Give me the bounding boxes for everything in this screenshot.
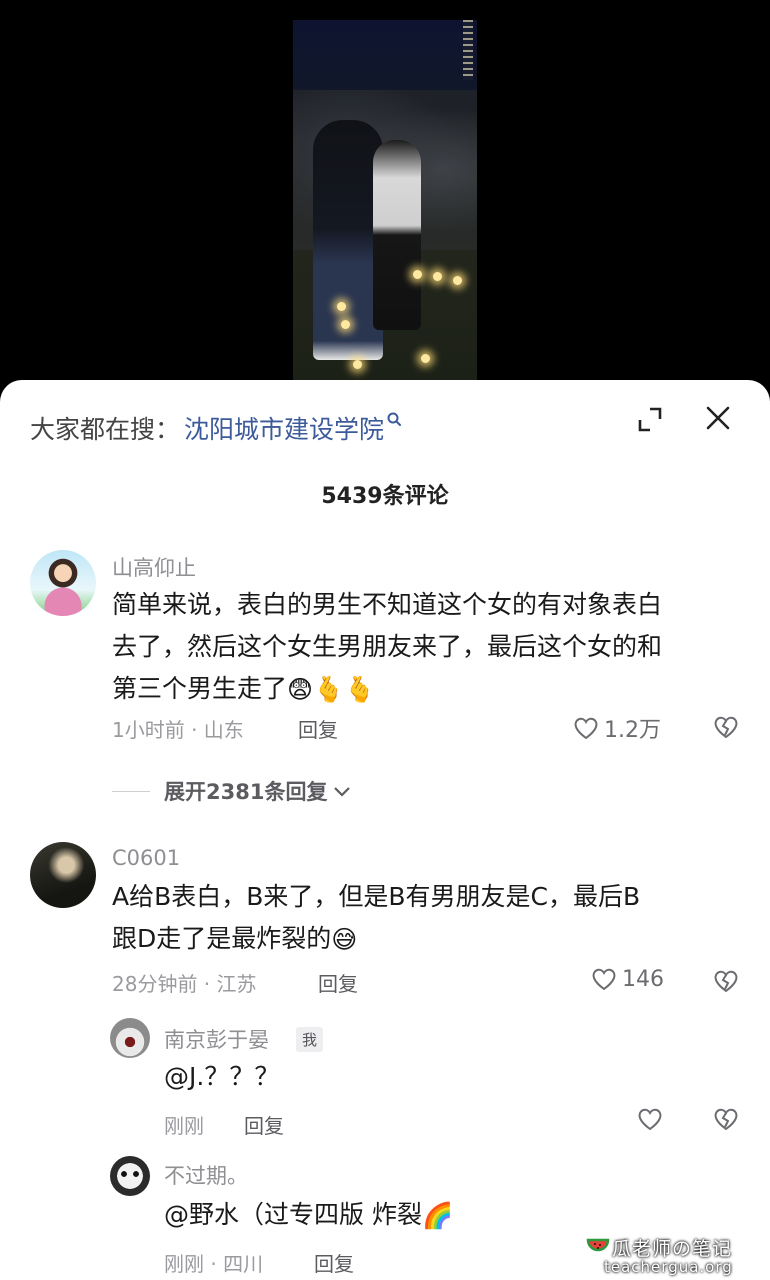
grinning-sweat-emoji: 😅: [331, 925, 358, 954]
comment-text-segment: 第三个男生走了: [112, 674, 288, 703]
candle-light: [341, 320, 350, 329]
avatar[interactable]: [30, 842, 96, 908]
comment-text-line: 简单来说，表白的男生不知道这个女的有对象表白: [112, 590, 663, 619]
reply-button[interactable]: 回复: [244, 1110, 284, 1139]
comment-text: 简单来说，表白的男生不知道这个女的有对象表白 去了，然后这个女生男朋友来了，最后…: [112, 584, 662, 711]
comment-time-location: 1小时前 · 山东: [112, 718, 244, 742]
comment-username[interactable]: C0601: [112, 846, 180, 870]
reply-time: 刚刚: [164, 1114, 204, 1138]
like-button[interactable]: 146: [590, 966, 664, 992]
watermark-url: teachergua.org: [604, 1258, 733, 1276]
reply-time-location: 刚刚 · 四川: [164, 1252, 264, 1276]
broken-heart-icon[interactable]: [712, 1106, 740, 1132]
comment-time-location: 28分钟前 · 江苏: [112, 972, 257, 996]
comment-text: A给B表白，B来了，但是B有男朋友是C，最后B 跟D走了是最炸裂的😅: [112, 876, 640, 961]
expand-replies-button[interactable]: 展开2381条回复: [112, 776, 353, 806]
search-suggestion[interactable]: 大家都在搜： 沈阳城市建设学院: [30, 408, 404, 448]
reply-username[interactable]: 不过期。: [164, 1160, 248, 1190]
fearful-face-emoji: 😨: [287, 675, 314, 704]
avatar[interactable]: [110, 1156, 150, 1196]
chevron-down-icon: [334, 787, 351, 797]
reply-username[interactable]: 南京彭于晏: [164, 1024, 269, 1054]
comment-text-line: 跟D走了是最炸裂的😅: [112, 918, 640, 961]
watermelon-icon: [586, 1238, 610, 1252]
broken-heart-icon[interactable]: [712, 968, 740, 994]
rainbow-emoji: 🌈: [421, 1201, 454, 1230]
divider: [112, 790, 150, 792]
candle-light: [337, 302, 346, 311]
video-frame[interactable]: [293, 20, 477, 382]
building-lights: [463, 20, 473, 80]
heart-icon: [574, 717, 598, 740]
watermark: 瓜老师の笔记 teachergua.org: [584, 1234, 766, 1278]
reply-text-segment: @野水（过专四版 炸裂: [164, 1200, 422, 1229]
heart-icon: [592, 968, 616, 991]
search-icon[interactable]: [386, 411, 404, 429]
reply-button[interactable]: 回复: [314, 1248, 354, 1277]
like-count: 1.2万: [604, 718, 661, 743]
search-term-link[interactable]: 沈阳城市建设学院: [184, 410, 384, 446]
reply-button[interactable]: 回复: [298, 714, 338, 743]
like-count: 146: [622, 966, 664, 992]
avatar[interactable]: [30, 550, 96, 616]
finger-heart-emoji: 🫰: [344, 675, 376, 704]
video-player-area[interactable]: [0, 0, 770, 400]
comment-text-line: 去了，然后这个女生男朋友来了，最后这个女的和: [112, 632, 663, 661]
candle-light: [353, 360, 362, 369]
comment-count-title: 5439条评论: [321, 484, 449, 509]
finger-heart-emoji: 🫰: [313, 675, 345, 704]
person-figure: [373, 140, 421, 330]
candle-light: [433, 272, 442, 281]
search-prefix: 大家都在搜：: [30, 415, 181, 444]
close-icon[interactable]: [702, 402, 734, 434]
candle-light: [421, 354, 430, 363]
expand-icon[interactable]: [636, 404, 666, 434]
broken-heart-icon[interactable]: [712, 714, 740, 740]
comment-username[interactable]: 山高仰止: [112, 552, 196, 582]
candle-light: [453, 276, 462, 285]
comment-text-line: 第三个男生走了😨🫰🫰: [112, 668, 662, 711]
reply-button[interactable]: 回复: [318, 968, 358, 997]
like-button[interactable]: 1.2万: [572, 712, 661, 744]
expand-replies-label: 展开2381条回复: [164, 780, 328, 804]
reply-text: @J.？？？: [164, 1062, 280, 1091]
watermark-title: 瓜老师の笔记: [612, 1238, 733, 1260]
comment-text-segment: 跟D走了是最炸裂的: [112, 924, 332, 953]
reply-text: @野水（过专四版 炸裂🌈: [164, 1194, 453, 1237]
me-badge: 我: [296, 1027, 324, 1052]
comment-text-line: A给B表白，B来了，但是B有男朋友是C，最后B: [112, 882, 641, 911]
comment-sheet: 大家都在搜： 沈阳城市建设学院 5439条评论 山高仰止 简单来说，表白的男生不…: [0, 380, 770, 1280]
avatar[interactable]: [110, 1018, 150, 1058]
candle-light: [413, 270, 422, 279]
heart-icon[interactable]: [636, 1106, 664, 1132]
